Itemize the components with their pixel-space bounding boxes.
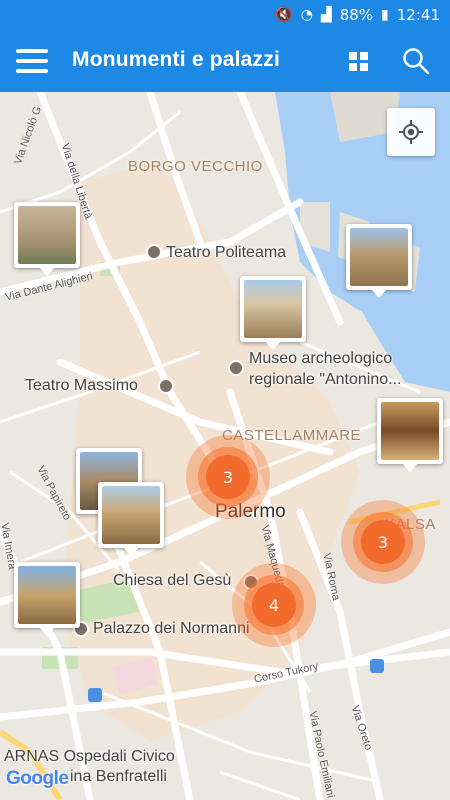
app-bar: Monumenti e palazzi xyxy=(0,30,450,92)
monument-thumbnail-marker[interactable] xyxy=(14,562,80,636)
monument-thumbnail-marker[interactable] xyxy=(240,276,306,350)
bus-stop-icon xyxy=(88,688,102,702)
poi-label[interactable]: Chiesa del Gesù xyxy=(113,572,231,590)
cluster-count: 3 xyxy=(206,455,250,499)
status-bar: 🔇 ◔ ▟ 88% ▮ 12:41 xyxy=(0,0,450,30)
poi-label[interactable]: Museo archeologico xyxy=(249,350,392,368)
monument-thumbnail-marker[interactable] xyxy=(14,202,80,276)
bus-stop-icon xyxy=(370,659,384,673)
signal-icon: ▟ xyxy=(320,7,332,23)
monument-thumbnail-marker[interactable] xyxy=(346,224,412,298)
map-view[interactable]: BORGO VECCHIO CASTELLAMMARE KALSA Palerm… xyxy=(0,92,450,800)
theater-icon xyxy=(146,244,162,260)
poi-label[interactable]: Palazzo dei Normanni xyxy=(93,620,250,638)
search-icon[interactable] xyxy=(402,47,430,75)
poi-label[interactable]: Teatro Massimo xyxy=(25,377,138,395)
theater-icon xyxy=(158,378,174,394)
cluster-marker[interactable]: 3 xyxy=(186,435,270,519)
poi-label[interactable]: Teatro Politeama xyxy=(166,244,286,262)
monument-thumbnail-marker[interactable] xyxy=(98,482,164,556)
poi-label[interactable]: ARNAS Ospedali Civico xyxy=(4,748,175,766)
district-label: BORGO VECCHIO xyxy=(128,158,263,175)
cluster-marker[interactable]: 4 xyxy=(232,563,316,647)
museum-icon xyxy=(228,360,244,376)
clock: 12:41 xyxy=(396,6,440,24)
cluster-marker[interactable]: 3 xyxy=(341,500,425,584)
cluster-count: 4 xyxy=(252,583,296,627)
monument-thumbnail-marker[interactable] xyxy=(377,398,443,472)
poi-label-line2[interactable]: regionale "Antonino... xyxy=(249,371,401,389)
menu-icon[interactable] xyxy=(16,49,48,73)
poi-label-line2[interactable]: ina Benfratelli xyxy=(70,768,167,786)
cluster-count: 3 xyxy=(361,520,405,564)
google-logo: Google xyxy=(6,768,69,789)
crosshair-icon xyxy=(399,120,423,144)
grid-view-icon[interactable] xyxy=(349,52,368,71)
page-title: Monumenti e palazzi xyxy=(72,48,280,71)
wifi-icon: ◔ xyxy=(300,7,313,23)
mute-icon: 🔇 xyxy=(275,7,293,23)
battery-level: 88% xyxy=(339,6,374,24)
my-location-button[interactable] xyxy=(387,108,435,156)
battery-icon: ▮ xyxy=(381,7,389,23)
